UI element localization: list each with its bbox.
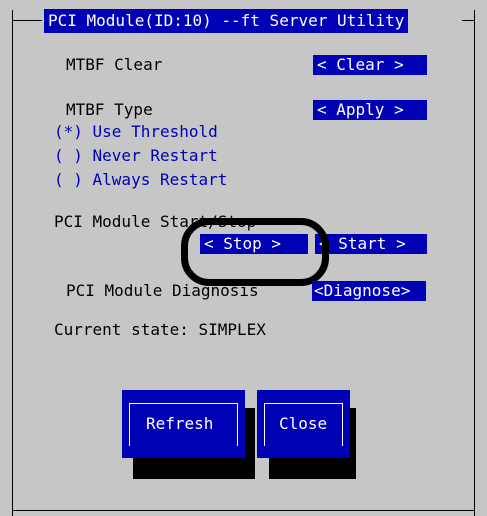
start-button[interactable]: < Start > — [315, 234, 427, 254]
frame-top-right — [462, 20, 474, 21]
current-state-text: Current state: SIMPLEX — [54, 320, 266, 339]
diagnosis-label: PCI Module Diagnosis — [66, 281, 259, 300]
diagnose-button[interactable]: <Diagnose> — [312, 281, 426, 301]
frame-top-left — [12, 20, 42, 21]
mtbf-type-label: MTBF Type — [66, 100, 153, 119]
frame-right — [474, 10, 475, 516]
frame-bottom — [12, 510, 475, 511]
refresh-button[interactable]: Refresh — [122, 390, 245, 458]
apply-button[interactable]: < Apply > — [313, 100, 427, 120]
radio-always-restart[interactable]: ( ) Always Restart — [54, 170, 227, 190]
mtbf-clear-label: MTBF Clear — [66, 55, 163, 74]
highlight-circle — [181, 218, 329, 286]
window-title: PCI Module(ID:10) --ft Server Utility — [44, 9, 409, 33]
refresh-button-label: Refresh — [146, 414, 214, 433]
close-button[interactable]: Close — [257, 390, 350, 458]
radio-never-restart[interactable]: ( ) Never Restart — [54, 146, 218, 166]
radio-use-threshold[interactable]: (*) Use Threshold — [54, 122, 218, 142]
frame-left — [12, 10, 13, 516]
clear-button[interactable]: < Clear > — [313, 55, 427, 75]
close-button-label: Close — [279, 414, 328, 433]
